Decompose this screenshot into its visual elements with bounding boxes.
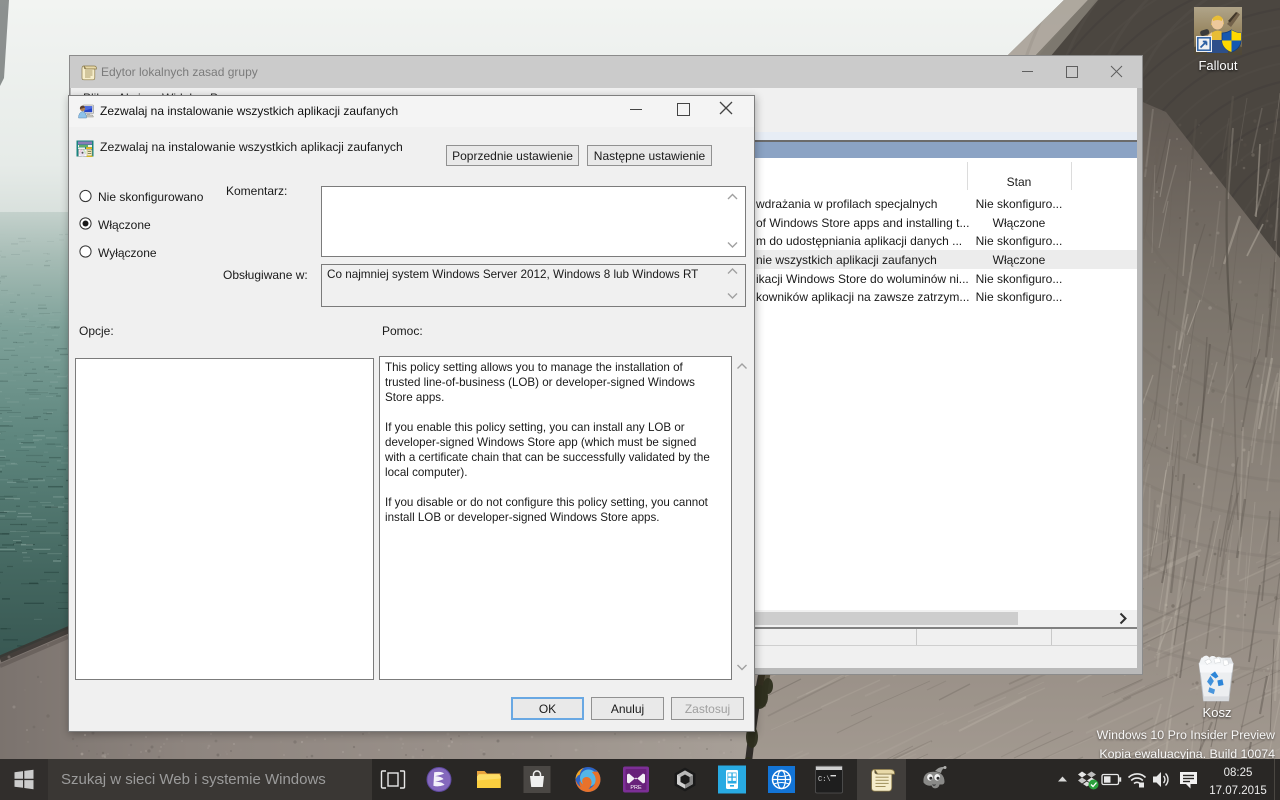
svg-text:C:\: C:\ (818, 776, 831, 784)
svg-text:PRE: PRE (630, 785, 642, 791)
